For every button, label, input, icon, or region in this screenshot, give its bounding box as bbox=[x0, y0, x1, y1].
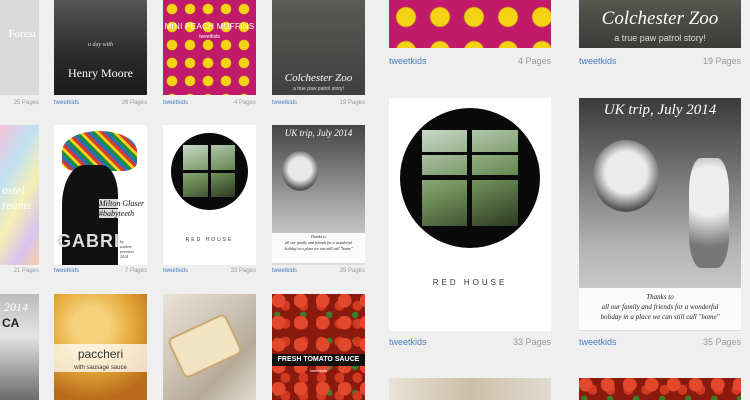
author-link[interactable]: tweetkids bbox=[163, 100, 188, 106]
book-cover-tomato-sauce[interactable]: FRESH TOMATO SAUCE tweetkids bbox=[272, 294, 365, 400]
book-subtitle: a true paw patrol story! bbox=[293, 86, 344, 92]
book-subtitle: a true paw patrol story! bbox=[614, 33, 706, 43]
book-subtitle: with sausage sauce bbox=[74, 365, 127, 371]
book-meta-peach-muffins: tweetkids 4 Pages bbox=[163, 100, 256, 112]
book-title: paccheri bbox=[77, 347, 124, 361]
book-meta-colchester-zoo-large: tweetkids 19 Pages bbox=[579, 56, 741, 72]
book-cover-peach-muffins-large[interactable] bbox=[389, 0, 551, 48]
book-cover-peach-muffins[interactable]: MINI PEACH MUFFINS tweetkids bbox=[163, 0, 256, 95]
book-title: MINI PEACH MUFFINS bbox=[164, 22, 255, 31]
photo-child-face bbox=[282, 151, 318, 191]
book-cover-uk-trip-large[interactable]: UK trip, July 2014 Thanks to all our fam… bbox=[579, 98, 741, 331]
book-cover-quesadilla-large[interactable] bbox=[389, 378, 551, 400]
book-cover-milton-glaser[interactable]: Milton Glaser #babyteeth GABRI by studen… bbox=[54, 125, 147, 265]
page-count: 4 Pages bbox=[233, 100, 256, 106]
page-count: 19 Pages bbox=[702, 56, 741, 66]
book-subtitle: a day with bbox=[88, 42, 113, 48]
window-graphic bbox=[171, 133, 248, 210]
book-credit: by student portraits 2014 bbox=[120, 239, 135, 259]
book-letters: CA bbox=[2, 316, 20, 330]
page-count: 4 Pages bbox=[517, 56, 551, 66]
photo-child-face bbox=[593, 140, 659, 212]
book-meta-pastel-dreams: 21 Pages bbox=[0, 268, 39, 280]
letters-graphic: GABRI bbox=[57, 231, 120, 251]
page-count: 35 Pages bbox=[339, 268, 365, 274]
author-link[interactable]: tweetkids bbox=[272, 268, 297, 274]
page-count: 19 Pages bbox=[339, 100, 365, 106]
author-link[interactable]: tweetkids bbox=[579, 337, 617, 347]
book-cover-ca-2014[interactable]: 2014 CA bbox=[0, 294, 39, 400]
book-hashtag: #babyteeth bbox=[99, 209, 135, 218]
book-title: astel reams bbox=[2, 183, 31, 212]
book-author: tweetkids bbox=[310, 368, 327, 373]
page-count: 26 Pages bbox=[121, 100, 147, 106]
author-link[interactable]: tweetkids bbox=[272, 100, 297, 106]
book-title: RED HOUSE bbox=[185, 237, 234, 243]
book-title: Colchester Zoo bbox=[284, 72, 353, 84]
author-link[interactable]: tweetkids bbox=[389, 337, 427, 347]
page-count: 33 Pages bbox=[230, 268, 256, 274]
window-graphic bbox=[400, 108, 540, 248]
book-title: Forest bbox=[8, 28, 37, 40]
author-link[interactable]: tweetkids bbox=[163, 268, 188, 274]
book-cover-pastel-dreams[interactable]: astel reams bbox=[0, 125, 39, 265]
book-cover-uk-trip[interactable]: UK trip, July 2014 Thanks to all our fam… bbox=[272, 125, 365, 265]
author-link[interactable]: tweetkids bbox=[54, 100, 79, 106]
book-year: 2014 bbox=[4, 300, 28, 314]
page-count: 25 Pages bbox=[13, 100, 39, 106]
book-cover-colchester-zoo[interactable]: Colchester Zoo a true paw patrol story! bbox=[272, 0, 365, 95]
book-author: tweetkids bbox=[199, 34, 220, 40]
book-title: UK trip, July 2014 bbox=[603, 102, 717, 118]
book-caption: Thanks to all our family and friends for… bbox=[284, 234, 353, 251]
book-meta-colchester-zoo: tweetkids 19 Pages bbox=[272, 100, 365, 112]
book-title: RED HOUSE bbox=[432, 278, 508, 287]
book-title: Milton Glaser bbox=[99, 199, 145, 208]
author-link[interactable]: tweetkids bbox=[579, 56, 617, 66]
book-meta-milton-glaser: tweetkids 7 Pages bbox=[54, 268, 147, 280]
book-title: UK trip, July 2014 bbox=[284, 128, 353, 138]
book-caption: Thanks to all our family and friends for… bbox=[600, 293, 720, 321]
book-title: Colchester Zoo bbox=[601, 8, 719, 29]
author-link[interactable]: tweetkids bbox=[54, 268, 79, 274]
book-cover-red-house[interactable]: RED HOUSE bbox=[163, 125, 256, 265]
food-graphic bbox=[166, 312, 244, 380]
page-count: 35 Pages bbox=[702, 337, 741, 347]
book-title: Henry Moore bbox=[68, 66, 133, 80]
book-meta-uk-trip: tweetkids 35 Pages bbox=[272, 268, 365, 280]
photo-toddler bbox=[689, 158, 729, 268]
book-cover-red-house-large[interactable]: RED HOUSE bbox=[389, 98, 551, 331]
book-meta-red-house: tweetkids 33 Pages bbox=[163, 268, 256, 280]
book-meta-peach-muffins-large: tweetkids 4 Pages bbox=[389, 56, 551, 72]
book-title: FRESH TOMATO SAUCE bbox=[277, 356, 360, 363]
book-meta-forest: 25 Pages bbox=[0, 100, 39, 112]
book-cover-paccheri[interactable]: paccheri with sausage sauce bbox=[54, 294, 147, 400]
book-cover-tomato-sauce-large[interactable] bbox=[579, 378, 741, 400]
book-cover-henry-moore[interactable]: a day with Henry Moore bbox=[54, 0, 147, 95]
author-link[interactable]: tweetkids bbox=[389, 56, 427, 66]
page-count: 33 Pages bbox=[512, 337, 551, 347]
book-cover-colchester-zoo-large[interactable]: Colchester Zoo a true paw patrol story! bbox=[579, 0, 741, 48]
book-meta-red-house-large: tweetkids 33 Pages bbox=[389, 337, 551, 353]
book-cover-forest[interactable]: Forest bbox=[0, 0, 39, 95]
page-count: 7 Pages bbox=[124, 268, 147, 274]
book-cover-quesadilla[interactable] bbox=[163, 294, 256, 400]
book-meta-uk-trip-large: tweetkids 35 Pages bbox=[579, 337, 741, 353]
page-count: 21 Pages bbox=[13, 268, 39, 274]
book-meta-henry-moore: tweetkids 26 Pages bbox=[54, 100, 147, 112]
